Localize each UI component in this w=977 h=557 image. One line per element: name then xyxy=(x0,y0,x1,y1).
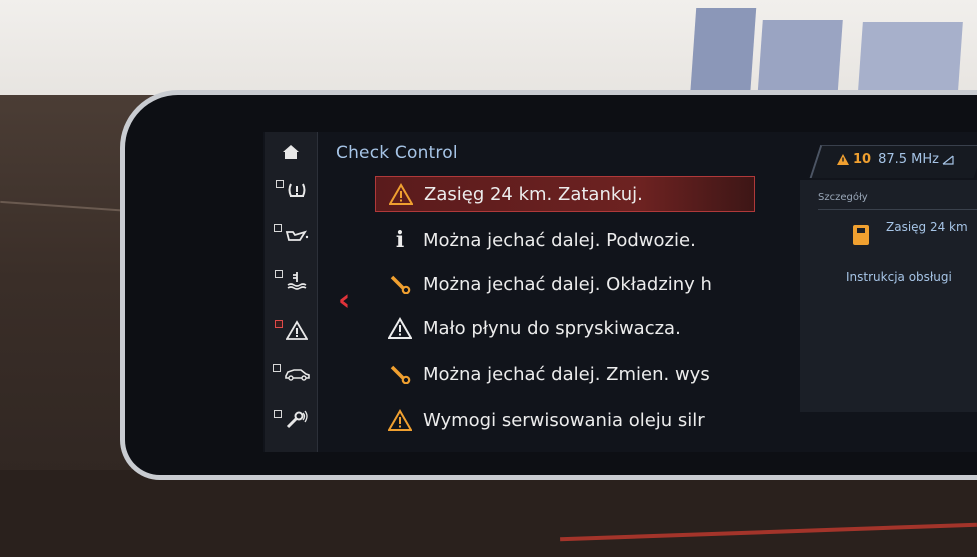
service-wrench-icon xyxy=(286,410,308,429)
warning-triangle-icon xyxy=(385,409,415,431)
coolant-icon xyxy=(287,272,306,290)
category-sidebar xyxy=(265,132,318,452)
message-row[interactable]: Można jechać dalej. Okładziny h xyxy=(375,266,755,302)
text-fade xyxy=(725,310,755,346)
detail-value: Zasięg 24 km xyxy=(886,220,968,234)
sidebar-item-home[interactable] xyxy=(265,132,317,172)
checkbox-icon xyxy=(274,270,283,278)
detail-panel xyxy=(800,180,977,412)
message-text: Wymogi serwisowania oleju silr xyxy=(423,409,705,431)
message-text: Można jechać dalej. Okładziny h xyxy=(423,273,712,295)
sidebar-item-service[interactable] xyxy=(265,400,317,440)
status-bar: 10 87.5 MHz xyxy=(836,152,954,167)
text-fade xyxy=(725,266,755,302)
text-fade xyxy=(725,402,755,438)
divider xyxy=(818,209,977,210)
checked-box-icon xyxy=(274,320,283,328)
owners-manual-link[interactable]: Instrukcja obsługi xyxy=(846,270,952,284)
sidebar-item-oil[interactable] xyxy=(265,214,317,254)
message-text: Można jechać dalej. Podwozie. xyxy=(423,229,696,251)
checkbox-icon xyxy=(272,364,281,372)
dashboard-lower xyxy=(0,470,977,557)
sidebar-item-vehicle[interactable] xyxy=(265,354,317,394)
checkbox-icon xyxy=(273,410,282,418)
warning-triangle-icon xyxy=(837,154,849,165)
message-text: Mało płynu do spryskiwacza. xyxy=(423,317,681,339)
message-row[interactable]: i Można jechać dalej. Podwozie. xyxy=(375,222,755,258)
warning-triangle-icon xyxy=(386,183,416,205)
info-icon: i xyxy=(395,227,405,253)
radio-frequency: 87.5 MHz xyxy=(878,152,939,167)
page-title: Check Control xyxy=(336,143,458,163)
oil-can-icon xyxy=(285,230,308,241)
fuel-pump-icon xyxy=(853,225,869,245)
sidebar-item-coolant[interactable] xyxy=(265,260,317,300)
signal-icon xyxy=(942,155,954,165)
sidebar-item-warnings[interactable] xyxy=(265,310,317,350)
message-text: Zasięg 24 km. Zatankuj. xyxy=(424,183,643,205)
message-row[interactable]: Zasięg 24 km. Zatankuj. xyxy=(375,176,755,212)
sidebar-item-tire-pressure[interactable] xyxy=(265,170,317,210)
home-icon xyxy=(283,145,299,159)
wrench-icon xyxy=(385,274,415,294)
tire-pressure-icon xyxy=(288,183,305,197)
warning-count: 10 xyxy=(853,152,872,167)
text-fade xyxy=(725,356,755,392)
message-row[interactable]: Można jechać dalej. Zmien. wys xyxy=(375,356,755,392)
back-arrow-icon[interactable]: ‹ xyxy=(338,283,350,318)
checkbox-icon xyxy=(275,180,284,188)
window-reflection xyxy=(689,8,757,100)
warning-icon xyxy=(285,320,308,340)
details-heading: Szczegóły xyxy=(818,192,868,203)
window-reflection xyxy=(757,20,843,100)
wrench-icon xyxy=(385,364,415,384)
message-row[interactable]: Mało płynu do spryskiwacza. xyxy=(375,310,755,346)
checkbox-icon xyxy=(273,224,282,232)
warning-triangle-icon xyxy=(385,317,415,339)
message-row[interactable]: Wymogi serwisowania oleju silr xyxy=(375,402,755,438)
car-icon xyxy=(284,369,310,381)
message-text: Można jechać dalej. Zmien. wys xyxy=(423,363,710,385)
text-fade xyxy=(725,222,755,258)
